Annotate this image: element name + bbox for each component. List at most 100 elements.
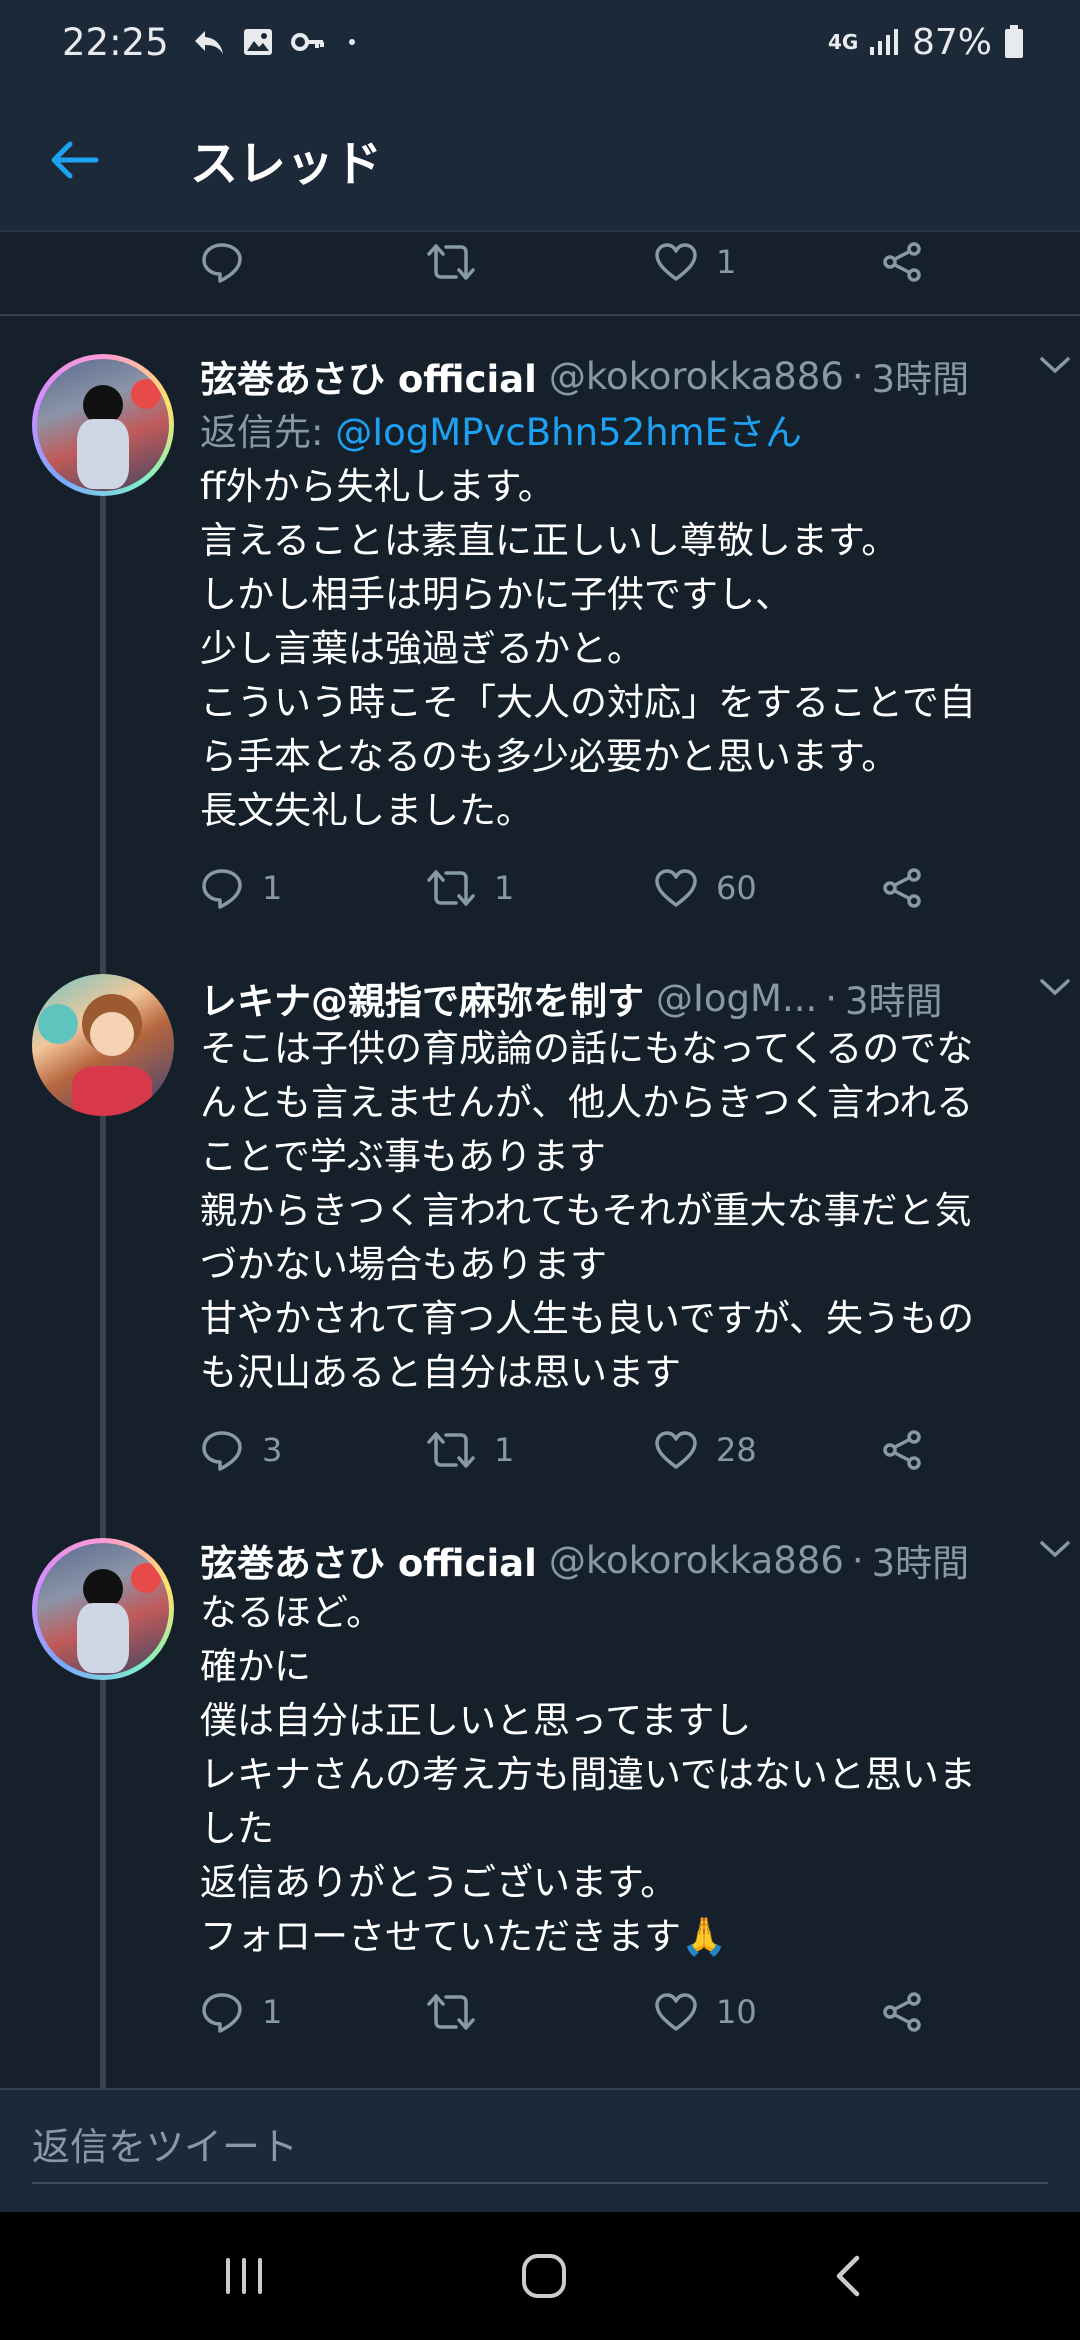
share-button[interactable] — [880, 1982, 924, 2042]
status-right: 4G 87% — [828, 22, 1024, 63]
like-button[interactable]: 10 — [654, 1982, 757, 2042]
system-nav-bar — [0, 2212, 1080, 2340]
replying-to: 返信先: @IogMPvcBhn52hmEさん — [200, 402, 802, 456]
reply-input[interactable] — [32, 2112, 1048, 2184]
display-name[interactable]: 弦巻あさひ official — [200, 349, 537, 403]
like-count: 10 — [716, 1993, 757, 2031]
tweet-text: そこは子供の育成論の話にもなってくるのでな んとも言えませんが、他人からきつく言… — [200, 1027, 975, 1394]
heart-icon — [655, 1431, 697, 1469]
tweet-text: なるほど。 確かに 僕は自分は正しいと思ってますし レキナさんの考え方も間違いで… — [200, 1591, 976, 1958]
reply-icon — [202, 1993, 242, 2033]
system-back-button[interactable] — [808, 2246, 888, 2306]
like-button[interactable]: 60 — [654, 858, 757, 918]
user-handle: @kokorokka886 — [548, 1538, 844, 1582]
missed-call-icon — [194, 31, 223, 54]
tweet-time: 3時間 — [845, 980, 943, 1023]
tweet-time: 3時間 — [871, 1542, 970, 1585]
like-count: 1 — [716, 243, 737, 281]
avatar[interactable] — [32, 974, 174, 1116]
reply-count: 1 — [262, 1993, 283, 2031]
tweet-header: レキナ@親指で麻弥を制す @IogM... · 3時間 — [200, 972, 1050, 1024]
image-icon — [243, 29, 272, 55]
tweet-menu-button[interactable] — [1038, 1538, 1072, 1564]
reply-composer — [0, 2088, 1080, 2212]
retweet-button[interactable] — [426, 232, 494, 292]
reply-icon — [202, 869, 242, 909]
heart-icon — [655, 869, 697, 907]
tweet-actions: 1 10 — [200, 1982, 960, 2042]
replying-to-handle[interactable]: @IogMPvcBhn52hmEさん — [335, 411, 802, 454]
arrow-left-icon — [51, 141, 99, 179]
retweet-icon — [427, 1432, 475, 1468]
divider — [0, 314, 1080, 316]
retweet-count: 1 — [494, 869, 515, 907]
display-name[interactable]: 弦巻あさひ official — [200, 1533, 537, 1587]
retweet-icon — [427, 244, 475, 280]
tweet-text: ff外から失礼します。 言えることは素直に正しいし尊敬します。 しかし相手は明ら… — [200, 465, 976, 832]
like-button[interactable]: 28 — [654, 1420, 757, 1480]
signal-icon — [869, 29, 898, 55]
like-button[interactable]: 1 — [654, 232, 736, 292]
home-icon — [522, 2254, 566, 2298]
tweet-actions: 3 1 28 — [200, 1420, 960, 1480]
status-bar: 22:25 4G 87% — [0, 0, 1080, 84]
display-name[interactable]: レキナ@親指で麻弥を制す — [200, 971, 644, 1025]
more-notifications-dot — [348, 39, 355, 45]
user-handle: @kokorokka886 — [548, 354, 844, 398]
tweet-header: 弦巻あさひ official @kokorokka886 · 3時間 — [200, 350, 1050, 402]
tweet-menu-button[interactable] — [1038, 976, 1072, 1002]
retweet-icon — [427, 870, 475, 906]
tweet-menu-button[interactable] — [1038, 354, 1072, 380]
retweet-button[interactable]: 1 — [426, 1420, 514, 1480]
tweet[interactable]: 弦巻あさひ official @kokorokka886 · 3時間 返信先: … — [0, 340, 1080, 940]
network-type: 4G — [827, 30, 859, 54]
recent-apps-button[interactable] — [204, 2246, 284, 2306]
battery-percent: 87% — [911, 21, 992, 63]
thread-header: スレッド — [0, 84, 1080, 232]
back-button[interactable] — [44, 130, 104, 190]
share-button[interactable] — [880, 858, 924, 918]
status-time: 22:25 — [62, 20, 169, 64]
replying-to-label: 返信先: — [200, 411, 324, 454]
chevron-down-icon — [1040, 979, 1070, 996]
recent-apps-icon — [226, 2258, 262, 2294]
key-icon — [290, 33, 324, 51]
reply-count: 1 — [262, 869, 283, 907]
page-title: スレッド — [190, 136, 383, 192]
tweet[interactable]: レキナ@親指で麻弥を制す @IogM... · 3時間 そこは子供の育成論の話に… — [0, 962, 1080, 1522]
chevron-down-icon — [1040, 357, 1070, 374]
share-button[interactable] — [880, 232, 924, 292]
reply-button[interactable]: 1 — [200, 1982, 282, 2042]
avatar[interactable] — [32, 1538, 174, 1680]
user-handle: @IogM... — [656, 976, 818, 1020]
tweet-header: 弦巻あさひ official @kokorokka886 · 3時間 — [200, 1534, 1050, 1586]
reply-button[interactable] — [200, 232, 262, 292]
share-icon — [883, 868, 921, 908]
retweet-count: 1 — [494, 1431, 515, 1469]
avatar[interactable] — [32, 354, 174, 496]
reply-icon — [202, 1431, 242, 1471]
share-icon — [883, 1430, 921, 1470]
retweet-button[interactable] — [426, 1982, 494, 2042]
reply-count: 3 — [262, 1431, 283, 1469]
retweet-button[interactable]: 1 — [426, 858, 514, 918]
reply-button[interactable]: 3 — [200, 1420, 282, 1480]
battery-icon — [1005, 25, 1023, 58]
reply-icon — [202, 243, 242, 283]
notification-icons — [191, 27, 355, 57]
chevron-left-icon — [836, 2255, 860, 2297]
share-button[interactable] — [880, 1420, 924, 1480]
chevron-down-icon — [1040, 1541, 1070, 1558]
retweet-icon — [427, 1994, 475, 2030]
like-count: 60 — [716, 869, 757, 907]
reply-button[interactable]: 1 — [200, 858, 282, 918]
tweet[interactable]: 弦巻あさひ official @kokorokka886 · 3時間 なるほど。… — [0, 1524, 1080, 2084]
heart-icon — [655, 1993, 697, 2031]
tweet-actions: 1 — [200, 232, 960, 292]
home-button[interactable] — [504, 2246, 584, 2306]
share-icon — [883, 242, 921, 282]
share-icon — [883, 1992, 921, 2032]
tweet-time: 3時間 — [871, 358, 970, 401]
tweet-actions: 1 1 60 — [200, 858, 960, 918]
heart-icon — [655, 243, 697, 281]
